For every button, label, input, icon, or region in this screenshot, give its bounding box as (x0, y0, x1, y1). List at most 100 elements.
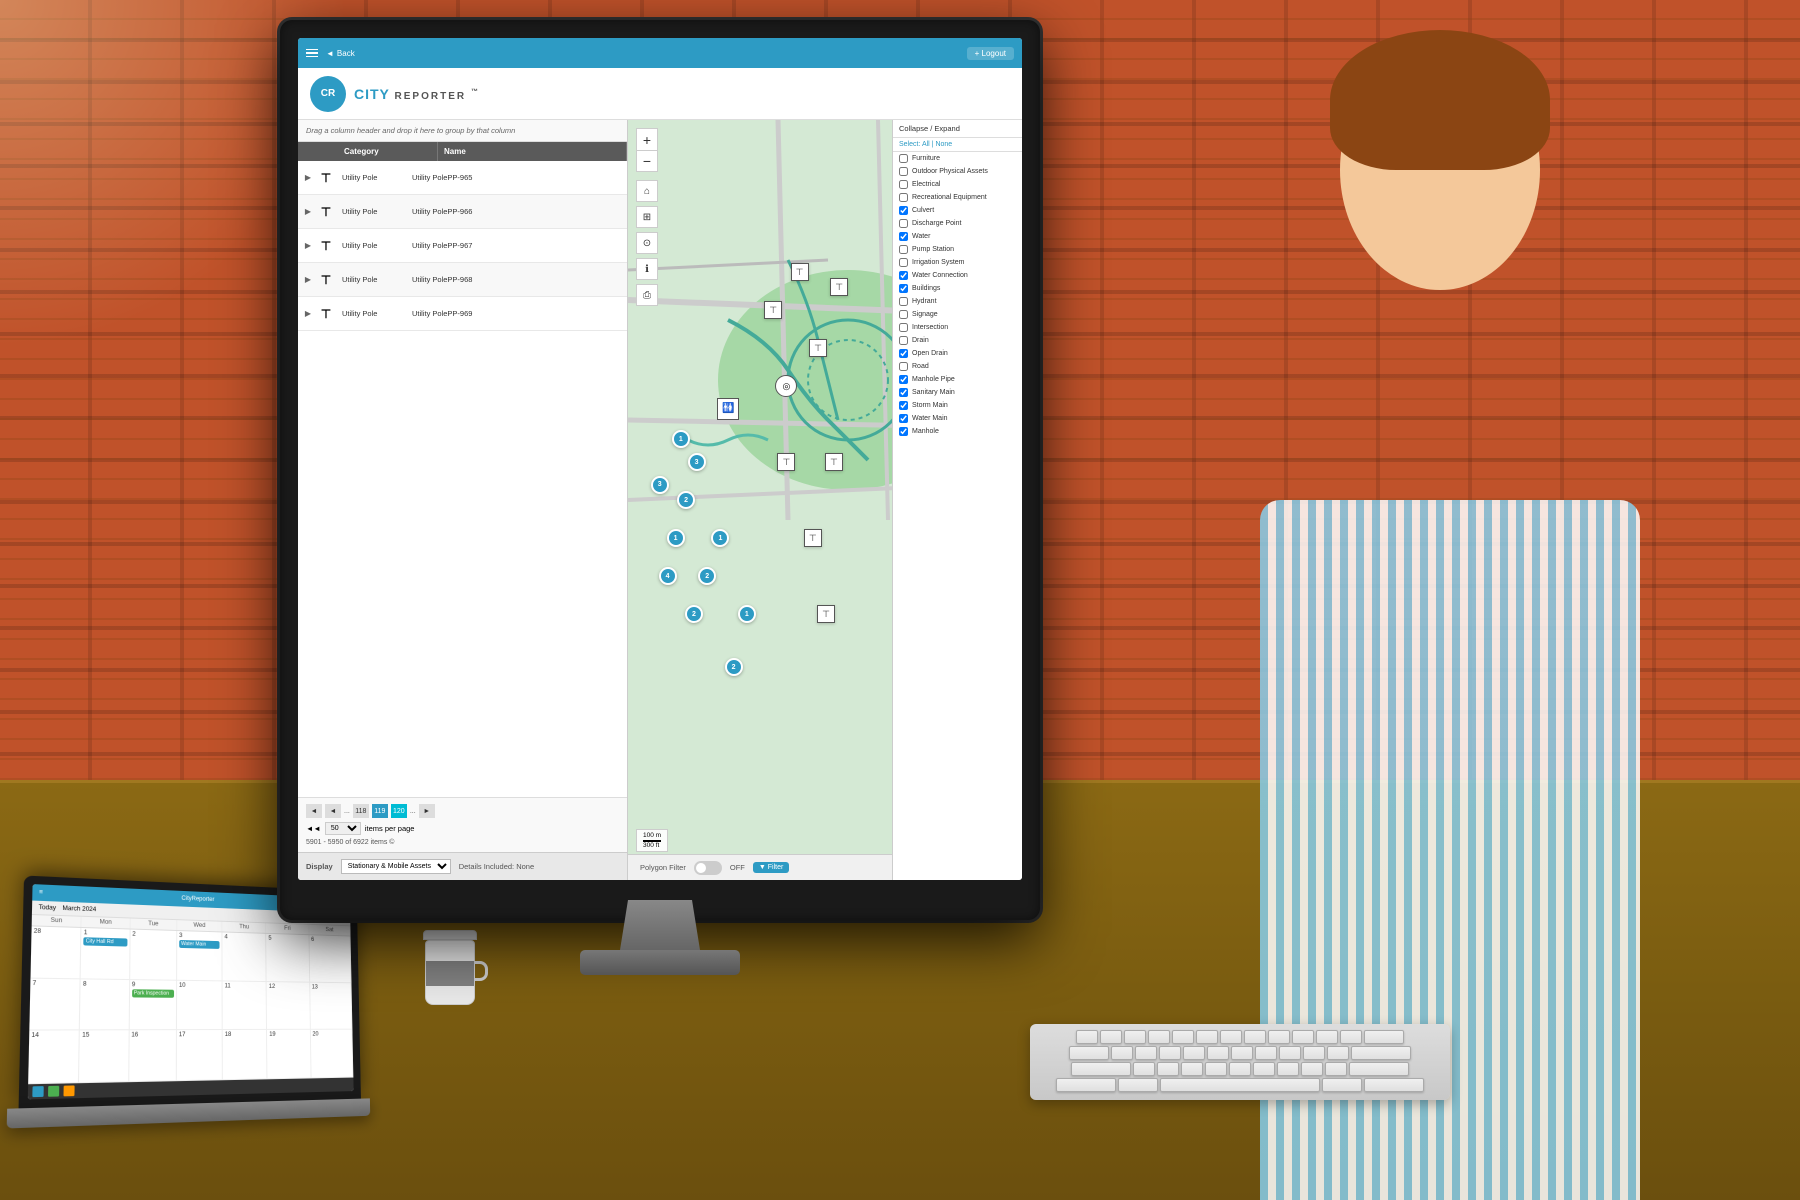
kb-key[interactable] (1327, 1046, 1349, 1060)
back-button[interactable]: ◄ Back (326, 49, 355, 58)
layer-open-drain-checkbox[interactable] (899, 349, 908, 358)
kb-key-tab[interactable] (1069, 1046, 1109, 1060)
cal-cell-15[interactable]: 15 (79, 1031, 129, 1083)
kb-key[interactable] (1183, 1046, 1205, 1060)
layer-water-connection-checkbox[interactable] (899, 271, 908, 280)
cal-cell-5[interactable]: 5 (267, 934, 310, 982)
kb-key[interactable] (1279, 1046, 1301, 1060)
layer-road-checkbox[interactable] (899, 362, 908, 371)
cal-cell-6[interactable]: 6 (309, 935, 351, 982)
table-row[interactable]: ▶ ⊤ Utility Pole Utility PolePP-969 (298, 297, 627, 331)
kb-key[interactable] (1159, 1046, 1181, 1060)
layer-intersection-checkbox[interactable] (899, 323, 908, 332)
kb-key-caps[interactable] (1071, 1062, 1131, 1076)
layer-outdoor-checkbox[interactable] (899, 167, 908, 176)
items-per-page-select[interactable]: 50 25 100 (325, 822, 361, 835)
row-expand-icon[interactable]: ▶ (298, 173, 314, 182)
kb-key[interactable] (1244, 1030, 1266, 1044)
kb-key-alt-r[interactable] (1322, 1078, 1362, 1092)
cal-cell-17[interactable]: 17 (177, 1030, 223, 1080)
kb-key[interactable] (1277, 1062, 1299, 1076)
layer-manhole-pipe-checkbox[interactable] (899, 375, 908, 384)
layer-water-main-checkbox[interactable] (899, 414, 908, 423)
kb-key-space[interactable] (1160, 1078, 1320, 1092)
kb-key[interactable] (1157, 1062, 1179, 1076)
page-118-btn[interactable]: 118 (353, 804, 369, 818)
display-select[interactable]: Stationary & Mobile Assets (341, 859, 451, 874)
kb-key[interactable] (1135, 1046, 1157, 1060)
zoom-in-button[interactable]: + (636, 128, 658, 150)
cal-cell-4[interactable]: 4 (223, 932, 267, 980)
map-tool-print[interactable]: ⎙ (636, 284, 658, 306)
kb-key[interactable] (1196, 1030, 1218, 1044)
cal-cell-19[interactable]: 19 (267, 1030, 311, 1078)
cal-cell-16[interactable]: 16 (129, 1030, 177, 1081)
map-tool-info[interactable]: ℹ (636, 258, 658, 280)
row-expand-icon[interactable]: ▶ (298, 207, 314, 216)
cal-cell-8[interactable]: 8 (80, 979, 130, 1030)
logout-button[interactable]: + Logout (967, 47, 1014, 60)
cal-cell-3[interactable]: 3 Water Main (177, 931, 223, 980)
page-120-btn[interactable]: 120 (391, 804, 407, 818)
kb-key[interactable] (1268, 1030, 1290, 1044)
kb-key-enter[interactable] (1351, 1046, 1411, 1060)
cal-cell-13[interactable]: 13 (310, 982, 353, 1029)
kb-key-shift[interactable] (1349, 1062, 1409, 1076)
kb-key[interactable] (1205, 1062, 1227, 1076)
layer-electrical-checkbox[interactable] (899, 180, 908, 189)
kb-key[interactable] (1229, 1062, 1251, 1076)
cal-cell-14[interactable]: 14 (28, 1031, 80, 1083)
table-row[interactable]: ▶ ⊤ Utility Pole Utility PolePP-966 (298, 195, 627, 229)
cal-cell-12[interactable]: 12 (267, 982, 311, 1030)
layer-collapse-expand[interactable]: Collapse / Expand (893, 120, 1022, 138)
kb-key[interactable] (1181, 1062, 1203, 1076)
kb-key[interactable] (1076, 1030, 1098, 1044)
layer-discharge-checkbox[interactable] (899, 219, 908, 228)
layer-culvert-checkbox[interactable] (899, 206, 908, 215)
kb-key[interactable] (1325, 1062, 1347, 1076)
taskbar-start[interactable] (32, 1086, 43, 1097)
map-tool-home[interactable]: ⌂ (636, 180, 658, 202)
cal-cell-1[interactable]: 1 City Hall Rd (81, 928, 130, 979)
kb-key-ctrl[interactable] (1056, 1078, 1116, 1092)
polygon-toggle[interactable] (694, 861, 722, 875)
cal-event-1[interactable]: City Hall Rd (84, 937, 127, 946)
cal-cell-18[interactable]: 18 (223, 1030, 268, 1079)
layer-manhole-checkbox[interactable] (899, 427, 908, 436)
table-row[interactable]: ▶ ⊤ Utility Pole Utility PolePP-967 (298, 229, 627, 263)
first-last-nav[interactable]: ◄◄ (306, 824, 321, 833)
kb-key-ctrl-r[interactable] (1364, 1078, 1424, 1092)
layer-drain-checkbox[interactable] (899, 336, 908, 345)
kb-key[interactable] (1148, 1030, 1170, 1044)
table-row[interactable]: ▶ ⊤ Utility Pole Utility PolePP-968 (298, 263, 627, 297)
filter-button[interactable]: ▼ Filter (753, 862, 789, 873)
map-tool-location[interactable]: ⊙ (636, 232, 658, 254)
layer-sanitary-checkbox[interactable] (899, 388, 908, 397)
cal-event-3[interactable]: Park Inspection (132, 989, 174, 998)
kb-key[interactable] (1303, 1046, 1325, 1060)
kb-key[interactable] (1111, 1046, 1133, 1060)
cal-cell-10[interactable]: 10 (177, 980, 223, 1029)
kb-key-backspace[interactable] (1364, 1030, 1404, 1044)
layer-recreational-checkbox[interactable] (899, 193, 908, 202)
table-row[interactable]: ▶ ⊤ Utility Pole Utility PolePP-965 (298, 161, 627, 195)
row-expand-icon[interactable]: ▶ (298, 241, 314, 250)
page-119-btn[interactable]: 119 (372, 804, 388, 818)
hamburger-menu-icon[interactable] (306, 49, 318, 58)
laptop-toolbar-today[interactable]: Today (39, 904, 57, 911)
layer-pump-checkbox[interactable] (899, 245, 908, 254)
kb-key[interactable] (1253, 1062, 1275, 1076)
kb-key[interactable] (1207, 1046, 1229, 1060)
cal-cell-2[interactable]: 2 (130, 930, 177, 980)
layer-buildings-checkbox[interactable] (899, 284, 908, 293)
cal-cell-28[interactable]: 28 (31, 926, 82, 978)
page-next-btn[interactable]: ► (419, 804, 435, 818)
col-header-name[interactable]: Name (438, 142, 627, 161)
kb-key[interactable] (1133, 1062, 1155, 1076)
kb-key[interactable] (1124, 1030, 1146, 1044)
cal-event-2[interactable]: Water Main (179, 940, 220, 949)
kb-key-alt[interactable] (1118, 1078, 1158, 1092)
layer-hydrant-checkbox[interactable] (899, 297, 908, 306)
taskbar-app-2[interactable] (63, 1085, 74, 1096)
kb-key[interactable] (1172, 1030, 1194, 1044)
